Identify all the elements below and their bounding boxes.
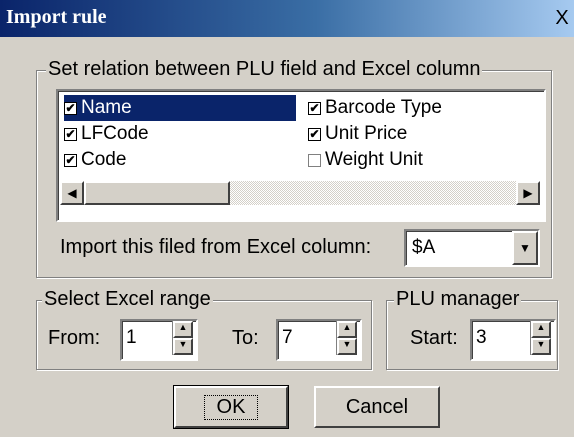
- plu-manager-legend: PLU manager: [394, 288, 522, 311]
- checkbox-code[interactable]: ✔: [64, 153, 77, 167]
- horizontal-scrollbar[interactable]: ◀ ▶: [60, 181, 540, 205]
- start-spin-buttons[interactable]: ▲ ▼: [530, 321, 551, 355]
- start-label: Start:: [410, 327, 458, 349]
- arrow-right-icon: ▶: [523, 186, 533, 200]
- scroll-right-button[interactable]: ▶: [516, 181, 540, 205]
- checkbox-unit-price[interactable]: ✔: [308, 127, 321, 141]
- list-item-label: Barcode Type: [325, 97, 442, 118]
- cancel-button[interactable]: Cancel: [314, 386, 440, 428]
- list-item-unit-price[interactable]: ✔ Unit Price: [308, 121, 538, 147]
- list-item-label: LFCode: [81, 123, 149, 144]
- ok-button[interactable]: OK: [173, 385, 289, 429]
- spin-down-icon[interactable]: ▼: [531, 338, 551, 355]
- excel-column-select[interactable]: $A ▼: [404, 229, 540, 267]
- scroll-thumb[interactable]: [84, 181, 230, 205]
- list-item-label: Weight Unit: [325, 149, 423, 170]
- scroll-left-button[interactable]: ◀: [60, 181, 84, 205]
- start-value: 3: [476, 327, 487, 348]
- checkbox-lfcode[interactable]: ✔: [64, 127, 77, 141]
- range-group-legend: Select Excel range: [42, 288, 213, 311]
- list-item-weight-unit[interactable]: Weight Unit: [308, 147, 538, 173]
- spin-down-icon[interactable]: ▼: [173, 338, 193, 355]
- spin-up-icon[interactable]: ▲: [173, 321, 193, 338]
- field-column-right: ✔ Barcode Type ✔ Unit Price Weight Unit: [308, 95, 538, 173]
- checkbox-weight-unit[interactable]: [308, 153, 321, 167]
- window-title: Import rule: [6, 6, 107, 28]
- to-label: To:: [232, 327, 259, 349]
- import-column-label: Import this filed from Excel column:: [60, 236, 372, 258]
- chevron-down-icon: ▼: [519, 241, 531, 255]
- excel-column-dropdown-button[interactable]: ▼: [512, 231, 538, 265]
- close-icon[interactable]: X: [552, 6, 572, 30]
- list-item-label: Unit Price: [325, 123, 408, 144]
- to-spinner[interactable]: 7 ▲ ▼: [276, 319, 362, 361]
- field-column-left: ✔ Name ✔ LFCode ✔ Code: [64, 95, 304, 173]
- start-spinner[interactable]: 3 ▲ ▼: [470, 319, 556, 361]
- list-item-label: Code: [81, 149, 127, 170]
- from-value: 1: [126, 327, 137, 348]
- to-value: 7: [282, 327, 293, 348]
- arrow-left-icon: ◀: [67, 186, 77, 200]
- checkbox-name[interactable]: ✔: [64, 101, 77, 115]
- from-spinner[interactable]: 1 ▲ ▼: [120, 319, 198, 361]
- spin-up-icon[interactable]: ▲: [531, 321, 551, 338]
- to-spin-buttons[interactable]: ▲ ▼: [336, 321, 357, 355]
- from-spin-buttons[interactable]: ▲ ▼: [172, 321, 193, 355]
- list-item-name[interactable]: ✔ Name: [64, 95, 296, 121]
- cancel-button-label: Cancel: [345, 395, 409, 418]
- from-label: From:: [48, 327, 101, 349]
- relation-group-legend: Set relation between PLU field and Excel…: [46, 58, 483, 81]
- list-item-label: Name: [81, 97, 132, 118]
- list-item-code[interactable]: ✔ Code: [64, 147, 304, 173]
- list-item-barcode-type[interactable]: ✔ Barcode Type: [308, 95, 538, 121]
- spin-up-icon[interactable]: ▲: [337, 321, 357, 338]
- checkbox-barcode-type[interactable]: ✔: [308, 101, 321, 115]
- ok-button-label: OK: [203, 394, 259, 420]
- spin-down-icon[interactable]: ▼: [337, 338, 357, 355]
- list-item-lfcode[interactable]: ✔ LFCode: [64, 121, 304, 147]
- excel-column-value: $A: [412, 237, 436, 258]
